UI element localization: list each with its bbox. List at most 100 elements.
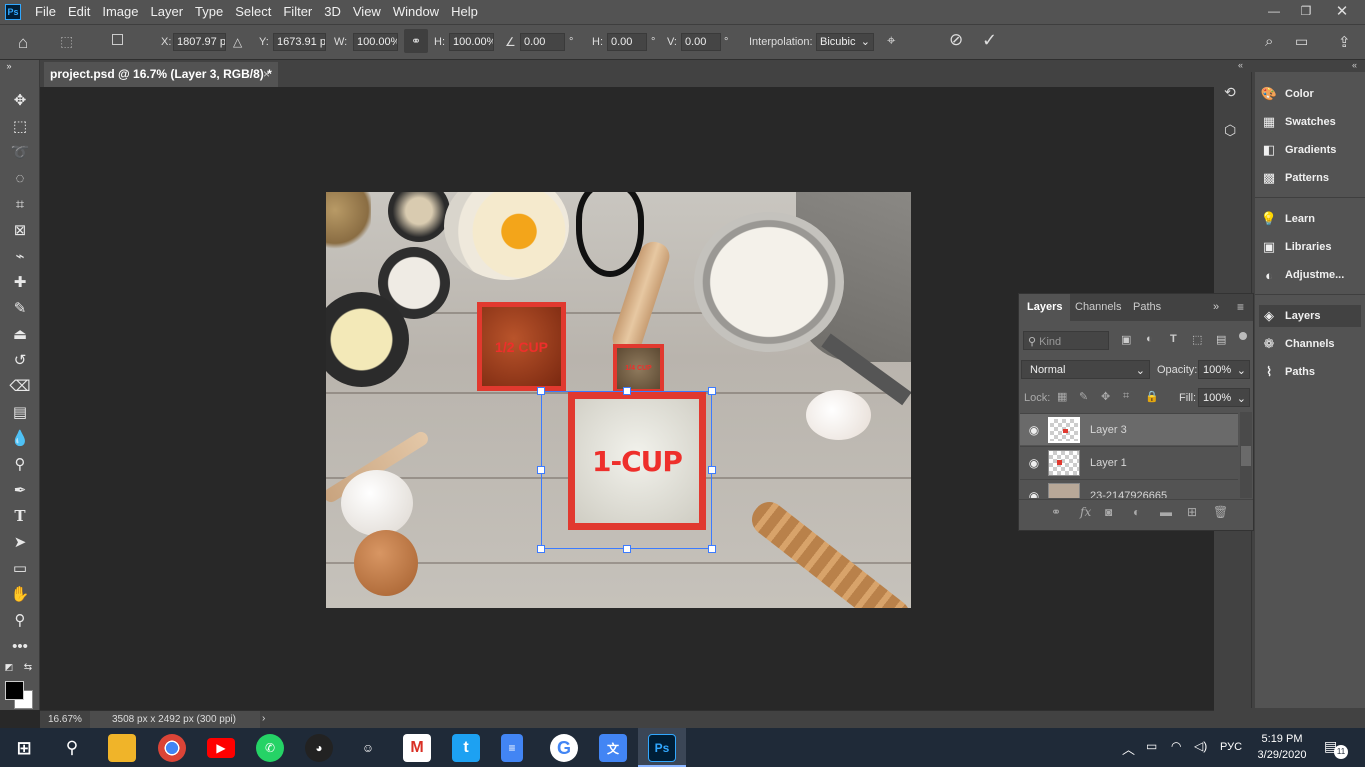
transform-handle[interactable] <box>537 387 545 395</box>
chrome-icon[interactable] <box>158 734 186 762</box>
panel-adjustments[interactable]: ◐ Adjustme... <box>1259 264 1361 286</box>
transform-handle[interactable] <box>537 466 545 474</box>
blur-tool-icon[interactable]: 💧 <box>8 427 32 449</box>
layer-name[interactable]: 23-2147926665 <box>1090 490 1167 499</box>
kind-filter[interactable]: ⚲ Kind <box>1023 331 1109 350</box>
search-icon[interactable]: ⌕ <box>1265 33 1273 50</box>
angle-field[interactable]: 0.00 <box>520 33 565 51</box>
layer-row-background[interactable]: ◉ 23-2147926665 <box>1020 479 1238 498</box>
y-field[interactable]: 1673.91 p: <box>273 33 326 51</box>
menu-file[interactable]: File <box>29 0 62 24</box>
3d-icon[interactable]: ⬡ <box>1224 122 1236 139</box>
expand-panel-icon[interactable]: » <box>1213 301 1219 313</box>
fx-icon[interactable]: fx <box>1080 505 1091 519</box>
half-cup-card[interactable]: 1/2 CUP <box>477 302 566 391</box>
filter-smart-icon[interactable]: ▤ <box>1216 333 1226 346</box>
blend-mode-select[interactable]: Normal ⌄ <box>1021 360 1150 379</box>
foreground-color-swatch[interactable] <box>5 681 24 700</box>
layers-scrollbar[interactable] <box>1240 412 1252 498</box>
battery-icon[interactable]: ▭ <box>1146 739 1157 753</box>
filter-toggle-icon[interactable] <box>1239 332 1247 340</box>
delta-icon[interactable]: △ <box>233 35 242 49</box>
translate-icon[interactable]: 文 <box>599 734 627 762</box>
lock-transparent-icon[interactable]: ▦ <box>1057 390 1067 403</box>
adjustment-layer-icon[interactable]: ◐ <box>1133 505 1140 519</box>
filter-shape-icon[interactable]: ⬚ <box>1192 333 1202 346</box>
hskew-field[interactable]: 0.00 <box>607 33 647 51</box>
panel-channels[interactable]: ❁ Channels <box>1259 333 1361 355</box>
panel-swatches[interactable]: ▦ Swatches <box>1259 111 1361 133</box>
search-icon[interactable]: ⚲ <box>58 734 86 762</box>
close-document-icon[interactable]: × <box>263 67 270 81</box>
lock-artboard-icon[interactable]: ⌗ <box>1123 390 1129 403</box>
crop-tool-icon[interactable]: ⌗ <box>8 193 32 215</box>
commit-transform-icon[interactable]: ✓ <box>982 30 997 51</box>
tab-paths[interactable]: Paths <box>1125 294 1169 321</box>
collapse-toolbar-icon[interactable]: » <box>2 60 16 72</box>
history-brush-tool-icon[interactable]: ↺ <box>8 349 32 371</box>
menu-image[interactable]: Image <box>96 0 144 24</box>
menu-3d[interactable]: 3D <box>318 0 347 24</box>
document-tab[interactable]: project.psd @ 16.7% (Layer 3, RGB/8) * × <box>44 62 278 87</box>
zoom-tool-icon[interactable]: ⚲ <box>8 609 32 631</box>
more-tools-icon[interactable]: ••• <box>8 635 32 657</box>
transform-handle[interactable] <box>537 545 545 553</box>
reddit-icon[interactable]: ☺ <box>354 734 382 762</box>
gradient-tool-icon[interactable]: ▤ <box>8 401 32 423</box>
panel-libraries[interactable]: ▣ Libraries <box>1259 236 1361 258</box>
default-colors-icon[interactable]: ◩ <box>3 661 15 673</box>
workspace-icon[interactable]: ▭ <box>1295 33 1308 50</box>
tumblr-icon[interactable]: t <box>452 734 480 762</box>
language-indicator[interactable]: РУС <box>1220 741 1242 753</box>
panel-learn[interactable]: 💡 Learn <box>1259 208 1361 230</box>
new-layer-icon[interactable]: ⊞ <box>1187 505 1197 519</box>
delete-layer-icon[interactable]: 🗑 <box>1213 505 1228 519</box>
menu-filter[interactable]: Filter <box>277 0 318 24</box>
lasso-tool-icon[interactable]: ➰ <box>8 141 32 163</box>
whatsapp-icon[interactable]: ✆ <box>256 734 284 762</box>
transform-bounding-box[interactable] <box>541 391 712 549</box>
clock-date[interactable]: 3/29/2020 <box>1254 749 1310 761</box>
collapse-panels-icon[interactable]: « <box>1352 60 1357 70</box>
transform-handle[interactable] <box>708 545 716 553</box>
transform-handle[interactable] <box>623 387 631 395</box>
photoshop-taskbar-active[interactable]: Ps <box>638 728 686 767</box>
menu-window[interactable]: Window <box>387 0 445 24</box>
swap-colors-icon[interactable]: ⇆ <box>22 661 34 673</box>
fill-field[interactable]: 100% ⌄ <box>1198 388 1250 407</box>
frame-tool-icon[interactable]: ⊠ <box>8 219 32 241</box>
move-tool-icon[interactable]: ✥ <box>8 89 32 111</box>
minimize-icon[interactable]: — <box>1258 0 1290 22</box>
wifi-icon[interactable]: ◠ <box>1171 739 1181 753</box>
panel-layers[interactable]: ◈ Layers <box>1259 305 1361 327</box>
pen-tool-icon[interactable]: ✒ <box>8 479 32 501</box>
visibility-eye-icon[interactable]: ◉ <box>1020 489 1048 499</box>
healing-brush-tool-icon[interactable]: ✚ <box>8 271 32 293</box>
youtube-icon[interactable]: ▶ <box>207 738 235 758</box>
tray-expand-icon[interactable]: ︿ <box>1122 739 1135 758</box>
zoom-level[interactable]: 16.67% <box>48 714 82 725</box>
windows-start-icon[interactable]: ⊞ <box>10 734 38 762</box>
tab-channels[interactable]: Channels <box>1067 294 1129 321</box>
panel-patterns[interactable]: ▩ Patterns <box>1259 167 1361 189</box>
status-menu-arrow[interactable]: › <box>262 713 265 724</box>
menu-type[interactable]: Type <box>189 0 229 24</box>
menu-layer[interactable]: Layer <box>145 0 190 24</box>
path-select-tool-icon[interactable]: ➤ <box>8 531 32 553</box>
layer-name[interactable]: Layer 1 <box>1090 457 1127 469</box>
hand-tool-icon[interactable]: ✋ <box>8 583 32 605</box>
height-field[interactable]: 100.00% <box>449 33 494 51</box>
history-icon[interactable]: ⟲ <box>1224 84 1236 101</box>
vskew-field[interactable]: 0.00 <box>681 33 721 51</box>
menu-edit[interactable]: Edit <box>62 0 96 24</box>
x-field[interactable]: 1807.97 p: <box>173 33 226 51</box>
menu-select[interactable]: Select <box>229 0 277 24</box>
clock-time[interactable]: 5:19 PM <box>1258 733 1306 745</box>
transform-handle[interactable] <box>708 387 716 395</box>
transform-handle[interactable] <box>708 466 716 474</box>
add-mask-icon[interactable]: ◙ <box>1105 505 1112 519</box>
collapse-dock-icon[interactable]: « <box>1238 60 1243 70</box>
quick-select-tool-icon[interactable]: ◌ <box>8 167 32 189</box>
panel-paths[interactable]: ⌇ Paths <box>1259 361 1361 383</box>
type-tool-icon[interactable]: T <box>8 505 32 527</box>
